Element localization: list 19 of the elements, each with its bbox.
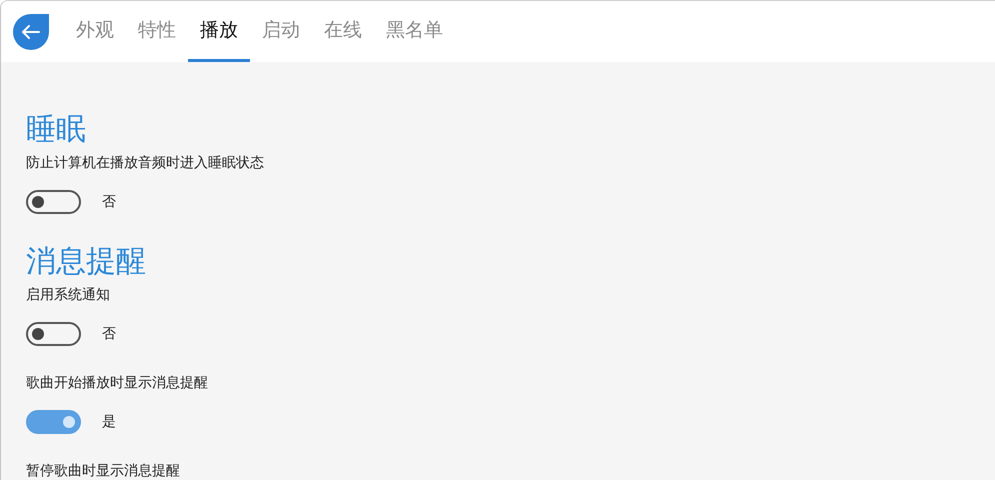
toggle-switch[interactable]: [26, 322, 81, 346]
tab[interactable]: 黑名单: [374, 1, 455, 62]
back-button[interactable]: [12, 12, 50, 50]
setting-label: 暂停歌曲时显示消息提醒: [26, 462, 181, 480]
tab[interactable]: 启动: [250, 1, 312, 62]
setting-label: 防止计算机在播放音频时进入睡眠状态: [26, 154, 265, 173]
tab[interactable]: 外观: [64, 1, 126, 62]
tab[interactable]: 在线: [312, 1, 374, 62]
tab[interactable]: 特性: [126, 1, 188, 62]
toggle-state-text: 是: [102, 413, 116, 431]
setting-label: 启用系统通知: [26, 286, 111, 305]
section-title: 消息提醒: [26, 244, 147, 280]
toggle-state-text: 否: [102, 193, 116, 211]
setting-label: 歌曲开始播放时显示消息提醒: [26, 374, 209, 393]
section-title: 睡眠: [26, 112, 87, 148]
toggle-switch[interactable]: [26, 190, 81, 214]
toggle-state-text: 否: [102, 325, 116, 343]
tab[interactable]: 播放: [188, 1, 250, 62]
toggle-switch[interactable]: [26, 410, 81, 434]
